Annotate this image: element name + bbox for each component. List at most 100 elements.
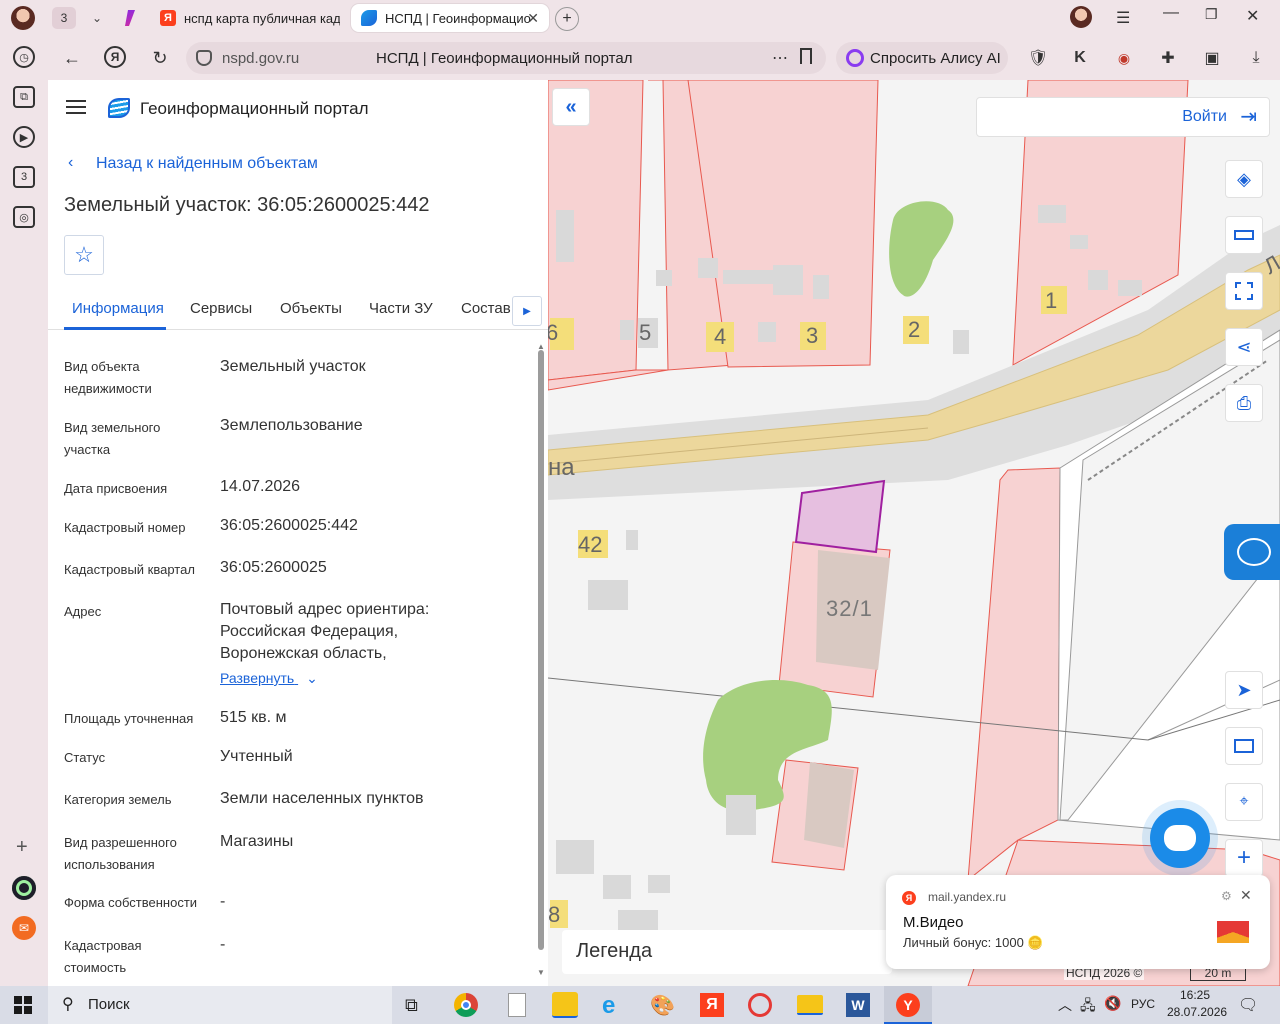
profile-avatar[interactable] xyxy=(11,6,35,30)
volume-icon[interactable]: 🔇 xyxy=(1104,995,1121,1012)
layers-button[interactable]: ◈ xyxy=(1225,160,1263,198)
portal-logo-icon xyxy=(108,98,130,118)
download-icon[interactable]: ⤓ xyxy=(1244,46,1268,70)
favorite-button[interactable]: ☆ xyxy=(64,235,104,275)
ask-alice-button[interactable]: Спросить Алису AI xyxy=(836,42,1008,74)
mail-app-icon[interactable]: ✉ xyxy=(12,916,36,940)
back-chevron-icon[interactable]: ‹ xyxy=(68,154,73,172)
chat-button[interactable] xyxy=(1150,808,1210,868)
tab-nspd[interactable]: НСПД | Геоинформацио ✕ xyxy=(351,4,549,32)
tab-composition[interactable]: Состав xyxy=(461,300,511,317)
play-icon[interactable]: ▶ xyxy=(13,126,35,148)
scroll-down-arrow[interactable]: ▼ xyxy=(537,968,545,977)
feedback-icon xyxy=(1237,538,1271,566)
print-button[interactable]: ⎙ xyxy=(1225,384,1263,422)
account-avatar[interactable] xyxy=(1070,6,1092,28)
taskbar-search-box[interactable]: ⚲ Поиск xyxy=(48,986,392,1024)
expand-address-link[interactable]: Развернуть ⌄ xyxy=(220,670,318,687)
panel-scrollbar[interactable]: ▲ ▼ xyxy=(536,342,546,982)
close-tab-icon[interactable]: ✕ xyxy=(527,10,539,27)
tab-search[interactable]: Я нспд карта публичная кад xyxy=(150,4,340,32)
app-icon-1[interactable] xyxy=(12,876,36,900)
alice-tab-icon[interactable] xyxy=(125,10,135,26)
bookmark-icon[interactable] xyxy=(800,48,812,64)
network-icon[interactable]: 🖧 xyxy=(1080,995,1096,1019)
camera-icon[interactable]: ◎ xyxy=(13,206,35,228)
minimize-icon[interactable]: — xyxy=(1163,4,1179,22)
notification-center-icon[interactable]: 🗨 xyxy=(1238,995,1258,1015)
tabs-scroll-right-button[interactable]: ▶ xyxy=(512,296,542,326)
mail-app-taskbar-icon[interactable] xyxy=(552,992,578,1018)
notification-close-icon[interactable]: ✕ xyxy=(1240,887,1252,904)
tab-information[interactable]: Информация xyxy=(72,300,164,317)
reload-icon[interactable]: ↻ xyxy=(148,46,172,70)
taskbar-date[interactable]: 28.07.2026 xyxy=(1167,1005,1227,1019)
search-on-map-button[interactable]: ⌖ xyxy=(1225,783,1263,821)
menu-icon[interactable]: ☰ xyxy=(1116,8,1130,28)
taskbar-time[interactable]: 16:25 xyxy=(1180,988,1210,1002)
windows-start-icon[interactable] xyxy=(14,996,32,1014)
language-indicator[interactable]: РУС xyxy=(1131,997,1155,1011)
field-label-address: Адрес xyxy=(64,604,102,619)
close-window-icon[interactable]: ✕ xyxy=(1246,6,1259,26)
url-bar[interactable]: nspd.gov.ru НСПД | Геоинформационный пор… xyxy=(186,42,826,74)
extension-icon-1[interactable]: 🛡 xyxy=(1026,46,1050,70)
copy-icon[interactable]: ⧉ xyxy=(13,86,35,108)
zoom-in-button[interactable]: + xyxy=(1225,839,1263,877)
legend-panel[interactable]: Легенда xyxy=(562,930,892,974)
tab-parts[interactable]: Части ЗУ xyxy=(369,300,433,317)
notification-settings-icon[interactable]: ⚙ xyxy=(1221,889,1232,903)
selected-parcel[interactable] xyxy=(794,479,886,554)
yandex-browser-icon[interactable]: Y xyxy=(884,986,932,1024)
site-info-icon[interactable] xyxy=(196,50,212,66)
chat-icon xyxy=(1164,825,1196,851)
field-label-cadastral-value: Кадастровая стоимость xyxy=(64,938,142,975)
new-tab-button[interactable]: + xyxy=(555,7,579,31)
history-icon[interactable]: ◷ xyxy=(13,46,35,68)
map-label-3: 3 xyxy=(806,323,819,348)
back-icon[interactable]: ← xyxy=(60,46,84,70)
tab-objects[interactable]: Объекты xyxy=(280,300,342,317)
ie-icon[interactable]: e xyxy=(602,992,615,1020)
task-view-icon[interactable]: ⧉ xyxy=(405,995,418,1016)
counter-badge[interactable]: 3 xyxy=(13,166,35,188)
yandex-notification-icon: Я xyxy=(902,891,916,905)
layers-icon: ◈ xyxy=(1237,168,1251,189)
add-icon[interactable]: + xyxy=(16,836,28,859)
geolocate-button[interactable]: ➤ xyxy=(1225,671,1263,709)
login-button[interactable]: Войти ⇥ xyxy=(976,97,1270,137)
scrollbar-thumb[interactable] xyxy=(538,350,544,950)
info-tabs: Информация Сервисы Объекты Части ЗУ Сост… xyxy=(48,290,548,330)
file-icon[interactable] xyxy=(508,993,526,1017)
more-icon[interactable]: ⋯ xyxy=(772,48,788,68)
hamburger-menu-icon[interactable] xyxy=(66,100,86,114)
field-label-area: Площадь уточненная xyxy=(64,711,194,726)
back-to-results-link[interactable]: Назад к найденным объектам xyxy=(96,155,318,173)
collapse-panel-button[interactable]: « xyxy=(552,88,590,126)
yandex-app-icon[interactable]: Я xyxy=(700,993,724,1017)
collections-icon[interactable]: ▣ xyxy=(1200,46,1224,70)
mail-notification[interactable]: Я mail.yandex.ru ⚙ ✕ М.Видео Личный бону… xyxy=(886,875,1270,969)
field-label-status: Статус xyxy=(64,750,106,765)
ruler-button[interactable] xyxy=(1225,216,1263,254)
cadastral-map[interactable]: 6 5 4 3 2 1 42 32/1 на Л 8 « Войти ⇥ ◈ ⋖… xyxy=(548,80,1280,986)
extension-icon-3[interactable]: ◉ xyxy=(1112,46,1136,70)
yandex-home-icon[interactable]: Я xyxy=(104,46,126,68)
field-value-cadastral-number: 36:05:2600025:442 xyxy=(220,517,358,534)
paint-icon[interactable]: 🎨 xyxy=(650,993,675,1018)
tabs-dropdown-icon[interactable]: ⌄ xyxy=(86,7,108,29)
extension-icon-2[interactable]: K xyxy=(1068,46,1092,70)
extensions-icon[interactable]: ✚ xyxy=(1156,46,1180,70)
feedback-button[interactable] xyxy=(1224,524,1280,580)
app-c-icon[interactable] xyxy=(748,993,772,1017)
word-icon[interactable]: W xyxy=(846,993,870,1017)
chrome-icon[interactable] xyxy=(454,993,478,1017)
restore-icon[interactable]: ❐ xyxy=(1205,6,1218,23)
explorer-icon[interactable] xyxy=(797,995,823,1015)
tab-services[interactable]: Сервисы xyxy=(190,300,252,317)
tab-counter-button[interactable]: 3 xyxy=(52,7,76,29)
share-button[interactable]: ⋖ xyxy=(1225,328,1263,366)
tray-chevron-icon[interactable]: ︿ xyxy=(1058,995,1072,1015)
minimap-button[interactable] xyxy=(1225,727,1263,765)
area-select-button[interactable] xyxy=(1225,272,1263,310)
